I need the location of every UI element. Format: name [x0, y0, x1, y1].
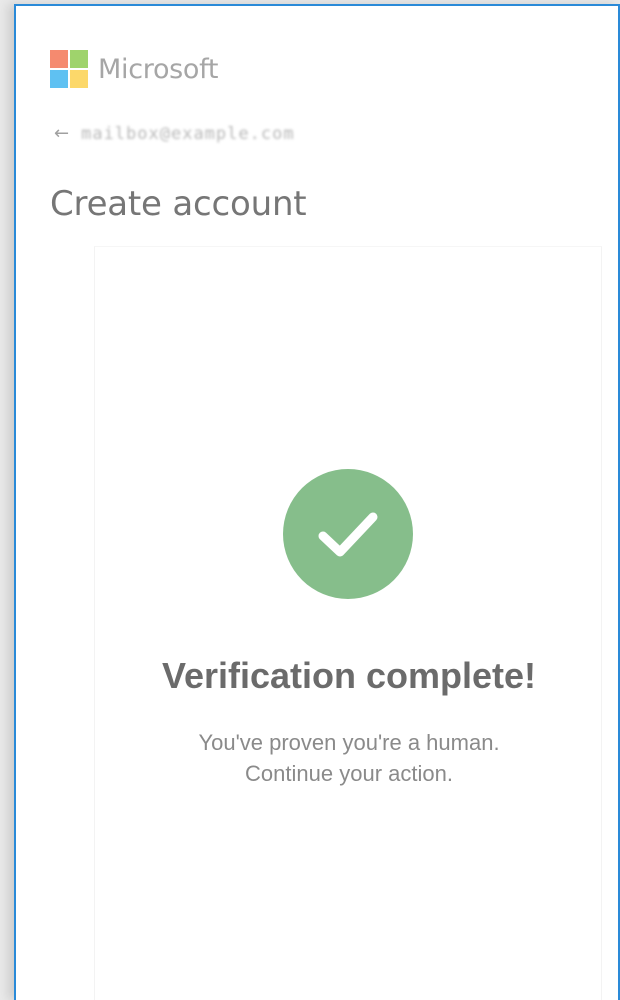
- verification-frame: Verification complete! You've proven you…: [94, 246, 602, 1000]
- browser-window: Microsoft ← mailbox@example.com Create a…: [14, 4, 620, 1000]
- verification-message: You've proven you're a human. Continue y…: [95, 727, 603, 789]
- back-arrow-icon[interactable]: ←: [54, 125, 69, 143]
- verification-success-badge: [283, 469, 413, 599]
- logo-square-blue: [50, 70, 68, 88]
- verification-title: Verification complete!: [161, 655, 537, 696]
- brand-name: Microsoft: [98, 53, 219, 85]
- page-title: Create account: [50, 184, 307, 224]
- logo-square-yellow: [70, 70, 88, 88]
- checkmark-icon: [318, 512, 378, 557]
- brand-header: Microsoft: [50, 50, 218, 88]
- identity-banner: ← mailbox@example.com: [54, 124, 295, 144]
- verification-message-line-1: You've proven you're a human.: [198, 730, 500, 755]
- logo-square-red: [50, 50, 68, 68]
- microsoft-logo-icon: [50, 50, 88, 88]
- verification-message-line-2: Continue your action.: [245, 761, 453, 786]
- logo-square-green: [70, 50, 88, 68]
- account-identity: mailbox@example.com: [81, 124, 295, 144]
